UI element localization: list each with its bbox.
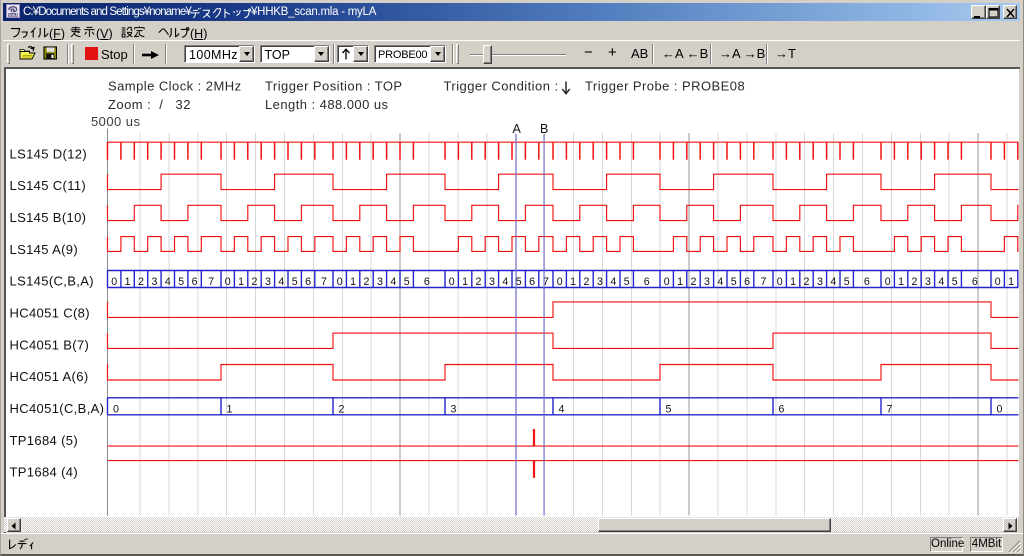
svg-text:5: 5 — [666, 404, 672, 416]
svg-text:3: 3 — [451, 404, 457, 416]
svg-text:6: 6 — [744, 276, 750, 288]
svg-text:4: 4 — [717, 276, 723, 288]
svg-text:2: 2 — [364, 276, 370, 288]
svg-text:1: 1 — [677, 276, 683, 288]
svg-text:LS145 D(12): LS145 D(12) — [10, 146, 88, 161]
svg-text:3: 3 — [151, 276, 157, 288]
svg-text:LS145 A(9): LS145 A(9) — [10, 242, 79, 257]
svg-text:3: 3 — [265, 276, 271, 288]
svg-text:0: 0 — [113, 404, 119, 416]
svg-text:5: 5 — [292, 276, 298, 288]
svg-text:4: 4 — [502, 276, 508, 288]
svg-text:1: 1 — [790, 276, 796, 288]
svg-text:LS145 C(11): LS145 C(11) — [10, 178, 87, 193]
svg-text:5000 us: 5000 us — [91, 114, 140, 129]
svg-text:1: 1 — [1008, 276, 1014, 288]
svg-text:0: 0 — [449, 276, 455, 288]
svg-text:LS145 B(10): LS145 B(10) — [10, 210, 87, 225]
svg-text:3: 3 — [377, 276, 383, 288]
svg-text:HC4051(C,B,A): HC4051(C,B,A) — [10, 401, 105, 416]
svg-text:2: 2 — [138, 276, 144, 288]
svg-text:Sample Clock : 2MHz: Sample Clock : 2MHz — [108, 79, 242, 94]
svg-text:0: 0 — [995, 276, 1001, 288]
svg-text:2: 2 — [252, 276, 258, 288]
svg-text:4: 4 — [830, 276, 836, 288]
svg-text:4: 4 — [610, 276, 616, 288]
svg-text:3: 3 — [597, 276, 603, 288]
svg-text:0: 0 — [111, 276, 117, 288]
svg-text:5: 5 — [844, 276, 850, 288]
svg-text:0: 0 — [885, 276, 891, 288]
svg-text:Trigger Position : TOP: Trigger Position : TOP — [265, 79, 403, 94]
svg-text:0: 0 — [557, 276, 563, 288]
svg-text:5: 5 — [404, 276, 410, 288]
svg-text:6: 6 — [864, 276, 870, 288]
svg-text:0: 0 — [664, 276, 670, 288]
svg-text:2: 2 — [476, 276, 482, 288]
svg-text:6: 6 — [644, 276, 650, 288]
svg-text:5: 5 — [624, 276, 630, 288]
svg-text:6: 6 — [424, 276, 430, 288]
svg-text:5: 5 — [178, 276, 184, 288]
svg-text:HC4051 C(8): HC4051 C(8) — [10, 306, 90, 321]
svg-text:Zoom : / 32: Zoom : / 32 — [108, 97, 191, 112]
svg-text:1: 1 — [238, 276, 244, 288]
svg-text:4: 4 — [559, 404, 565, 416]
svg-text:Trigger Condition :: Trigger Condition : — [444, 79, 559, 94]
svg-text:6: 6 — [529, 276, 535, 288]
svg-text:A: A — [513, 122, 522, 136]
svg-text:5: 5 — [952, 276, 958, 288]
svg-text:TP1684 (4): TP1684 (4) — [10, 465, 79, 480]
svg-text:HC4051 A(6): HC4051 A(6) — [10, 369, 89, 384]
svg-text:2: 2 — [912, 276, 918, 288]
svg-text:4: 4 — [938, 276, 944, 288]
svg-text:3: 3 — [704, 276, 710, 288]
svg-text:2: 2 — [804, 276, 810, 288]
svg-text:4: 4 — [278, 276, 284, 288]
svg-text:3: 3 — [925, 276, 931, 288]
svg-text:2: 2 — [584, 276, 590, 288]
svg-text:LS145(C,B,A): LS145(C,B,A) — [10, 274, 94, 289]
svg-text:5: 5 — [731, 276, 737, 288]
svg-text:6: 6 — [305, 276, 311, 288]
svg-text:7: 7 — [887, 404, 893, 416]
svg-text:1: 1 — [350, 276, 356, 288]
svg-text:1: 1 — [570, 276, 576, 288]
svg-text:6: 6 — [779, 404, 785, 416]
svg-text:6: 6 — [192, 276, 198, 288]
svg-text:Length : 488.000 us: Length : 488.000 us — [265, 97, 389, 112]
svg-text:0: 0 — [777, 276, 783, 288]
svg-text:B: B — [540, 122, 549, 136]
svg-text:7: 7 — [321, 276, 327, 288]
svg-text:1: 1 — [898, 276, 904, 288]
svg-text:3: 3 — [489, 276, 495, 288]
svg-text:7: 7 — [760, 276, 766, 288]
svg-text:1: 1 — [462, 276, 468, 288]
svg-text:0: 0 — [225, 276, 231, 288]
svg-text:4: 4 — [165, 276, 171, 288]
svg-text:0: 0 — [997, 404, 1003, 416]
svg-text:HC4051 B(7): HC4051 B(7) — [10, 337, 90, 352]
svg-text:2: 2 — [691, 276, 697, 288]
svg-text:4: 4 — [390, 276, 396, 288]
svg-text:Trigger Probe : PROBE08: Trigger Probe : PROBE08 — [585, 79, 745, 94]
svg-text:6: 6 — [972, 276, 978, 288]
svg-text:7: 7 — [208, 276, 214, 288]
svg-text:1: 1 — [227, 404, 233, 416]
svg-text:2: 2 — [339, 404, 345, 416]
svg-text:3: 3 — [817, 276, 823, 288]
svg-text:TP1684 (5): TP1684 (5) — [10, 433, 79, 448]
svg-text:1: 1 — [125, 276, 131, 288]
svg-text:0: 0 — [337, 276, 343, 288]
